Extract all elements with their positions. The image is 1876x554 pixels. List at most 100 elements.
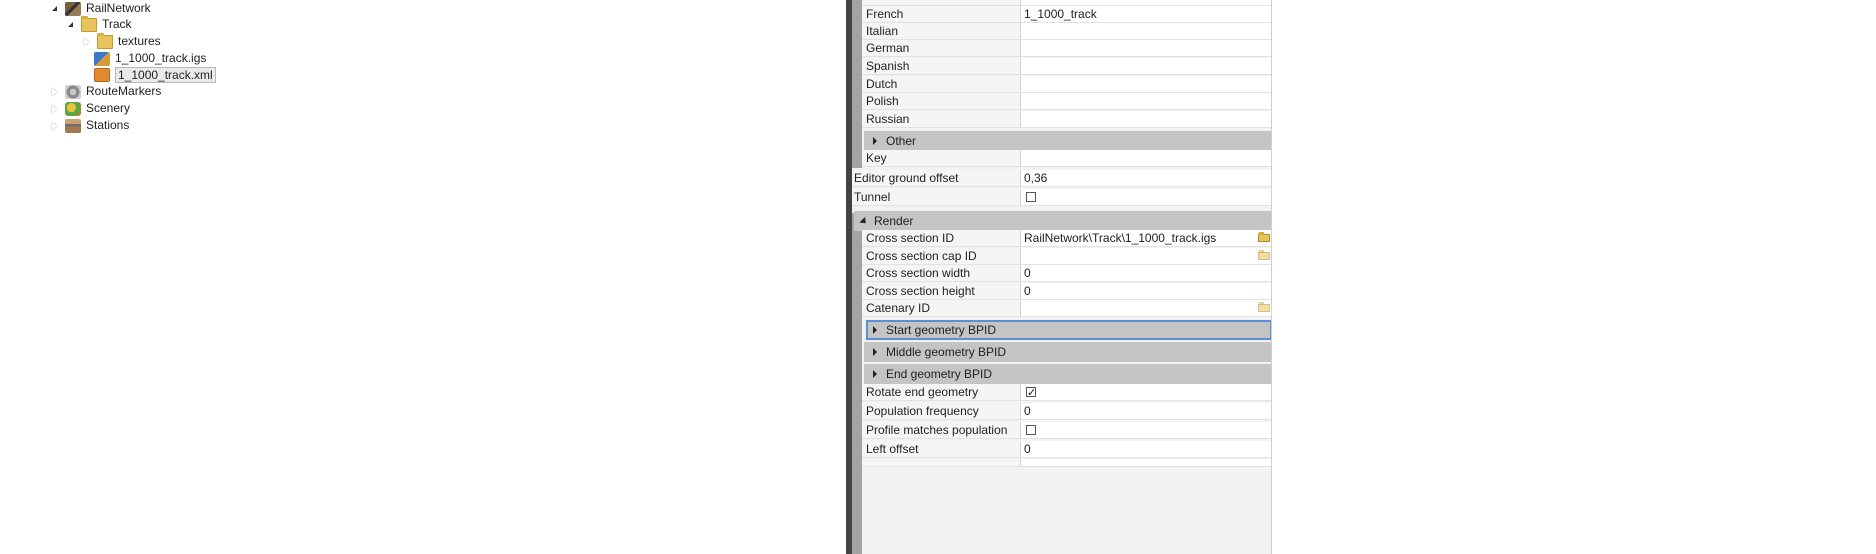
property-row-russian[interactable]: Russian <box>862 111 1272 128</box>
expand-arrow-icon[interactable] <box>873 370 877 378</box>
tree-item-label: RailNetwork <box>86 1 151 15</box>
property-row[interactable] <box>862 459 1272 476</box>
property-label: Dutch <box>866 77 898 91</box>
spanish-value[interactable] <box>1020 58 1272 75</box>
tunnel-value <box>1020 189 1272 206</box>
collapse-arrow-icon[interactable] <box>66 20 75 29</box>
property-label: Spanish <box>866 59 910 73</box>
browse-folder-icon[interactable] <box>1258 250 1270 260</box>
category-other[interactable]: Other <box>864 131 1272 151</box>
property-row-spanish[interactable]: Spanish <box>862 58 1272 75</box>
category-start-geometry-bpid[interactable]: Start geometry BPID <box>866 320 1272 340</box>
property-row-tunnel[interactable]: Tunnel <box>852 189 1272 206</box>
catenary-id-value[interactable] <box>1020 300 1272 317</box>
profile-matches-population-checkbox[interactable] <box>1026 425 1036 435</box>
property-label: Italian <box>866 24 899 38</box>
property-row-cross-section-height[interactable]: Cross section height 0 <box>862 283 1272 300</box>
category-render[interactable]: Render <box>854 211 1272 231</box>
tree-item-track[interactable]: Track <box>66 15 132 33</box>
tree-item-xml-file[interactable]: 1_1000_track.xml <box>94 66 216 83</box>
italian-value[interactable] <box>1020 23 1272 40</box>
property-row-cross-section-cap-id[interactable]: Cross section cap ID <box>862 248 1272 265</box>
property-row-cross-section-width[interactable]: Cross section width 0 <box>862 265 1272 282</box>
property-row-italian[interactable]: Italian <box>862 23 1272 40</box>
tree-item-stations[interactable]: Stations <box>50 117 129 134</box>
property-label: Key <box>866 151 887 165</box>
expand-arrow-icon[interactable] <box>873 326 877 334</box>
property-row-dutch[interactable]: Dutch <box>862 76 1272 93</box>
french-value[interactable]: 1_1000_track <box>1020 6 1272 23</box>
property-row-polish[interactable]: Polish <box>862 93 1272 110</box>
editor-ground-offset-value[interactable]: 0,36 <box>1020 170 1272 187</box>
property-row-key[interactable]: Key <box>862 150 1272 167</box>
property-row-german[interactable]: German <box>862 40 1272 57</box>
tree-item-label: 1_1000_track.xml <box>115 66 216 83</box>
property-row-editor-ground-offset[interactable]: Editor ground offset 0,36 <box>852 170 1272 187</box>
collapse-arrow-icon[interactable] <box>859 216 869 227</box>
property-label: Left offset <box>866 442 919 456</box>
browse-folder-icon[interactable] <box>1258 232 1270 242</box>
property-label: Cross section cap ID <box>866 249 977 263</box>
property-label: Population frequency <box>866 404 979 418</box>
left-offset-value[interactable]: 0 <box>1020 441 1272 458</box>
property-label: Profile matches population <box>866 423 1008 437</box>
rotate-end-geometry-value <box>1020 384 1272 401</box>
property-label: Tunnel <box>854 190 891 204</box>
property-row-french[interactable]: French 1_1000_track <box>862 6 1272 23</box>
property-label: Cross section ID <box>866 231 955 245</box>
xml-file-icon <box>94 67 110 82</box>
property-row-left-offset[interactable]: Left offset 0 <box>862 441 1272 458</box>
tunnel-checkbox[interactable] <box>1026 192 1036 202</box>
property-row-population-frequency[interactable]: Population frequency 0 <box>862 403 1272 420</box>
property-grid: French 1_1000_track Italian German Spani… <box>846 0 1272 554</box>
collapse-arrow-icon[interactable] <box>50 4 59 13</box>
category-label: Start geometry BPID <box>886 323 997 337</box>
property-row-rotate-end-geometry[interactable]: Rotate end geometry <box>862 384 1272 401</box>
tree-item-label: 1_1000_track.igs <box>115 51 207 65</box>
expand-arrow-icon[interactable] <box>50 121 59 130</box>
key-value[interactable] <box>1020 150 1272 167</box>
dutch-value[interactable] <box>1020 76 1272 93</box>
german-value[interactable] <box>1020 40 1272 57</box>
russian-value[interactable] <box>1020 111 1272 128</box>
property-row-catenary-id[interactable]: Catenary ID <box>862 300 1272 317</box>
cross-section-id-text: RailNetwork\Track\1_1000_track.igs <box>1024 231 1217 245</box>
cross-section-width-value[interactable]: 0 <box>1020 265 1272 282</box>
tree-item-routemarkers[interactable]: RouteMarkers <box>50 83 161 100</box>
property-row-profile-matches-population[interactable]: Profile matches population <box>862 422 1272 439</box>
cross-section-height-value[interactable]: 0 <box>1020 283 1272 300</box>
property-label: Russian <box>866 112 910 126</box>
stations-icon <box>65 118 81 133</box>
property-label: Catenary ID <box>866 301 931 315</box>
property-label: Polish <box>866 94 899 108</box>
rotate-end-geometry-checkbox[interactable] <box>1026 384 1036 401</box>
property-label: Rotate end geometry <box>866 385 979 399</box>
property-label: Editor ground offset <box>854 171 959 185</box>
tree-item-scenery[interactable]: Scenery <box>50 100 130 117</box>
polish-value[interactable] <box>1020 93 1272 110</box>
igs-file-icon <box>94 51 110 66</box>
category-label: Render <box>874 214 914 228</box>
property-value[interactable] <box>1020 459 1272 467</box>
expand-arrow-icon[interactable] <box>50 87 59 96</box>
tree-item-label: RouteMarkers <box>86 84 162 98</box>
tree-item-railnetwork[interactable]: RailNetwork <box>50 0 151 17</box>
expand-arrow-icon[interactable] <box>873 137 877 145</box>
expand-arrow-icon[interactable] <box>50 104 59 113</box>
browse-folder-icon[interactable] <box>1258 302 1270 312</box>
category-end-geometry-bpid[interactable]: End geometry BPID <box>864 364 1272 384</box>
expand-arrow-icon[interactable] <box>82 37 91 46</box>
cross-section-id-value[interactable]: RailNetwork\Track\1_1000_track.igs <box>1020 230 1272 247</box>
category-middle-geometry-bpid[interactable]: Middle geometry BPID <box>864 342 1272 362</box>
tree-item-igs-file[interactable]: 1_1000_track.igs <box>94 50 206 67</box>
property-label: Cross section height <box>866 284 975 298</box>
tree-item-label: Scenery <box>86 101 131 115</box>
rail-network-icon <box>65 1 81 16</box>
cross-section-cap-id-value[interactable] <box>1020 248 1272 265</box>
tree-item-textures[interactable]: textures <box>82 32 161 50</box>
population-frequency-value[interactable]: 0 <box>1020 403 1272 420</box>
expand-arrow-icon[interactable] <box>873 348 877 356</box>
tree-item-label: Stations <box>86 118 130 132</box>
property-row-cross-section-id[interactable]: Cross section ID RailNetwork\Track\1_100… <box>862 230 1272 247</box>
category-label: End geometry BPID <box>886 367 993 381</box>
